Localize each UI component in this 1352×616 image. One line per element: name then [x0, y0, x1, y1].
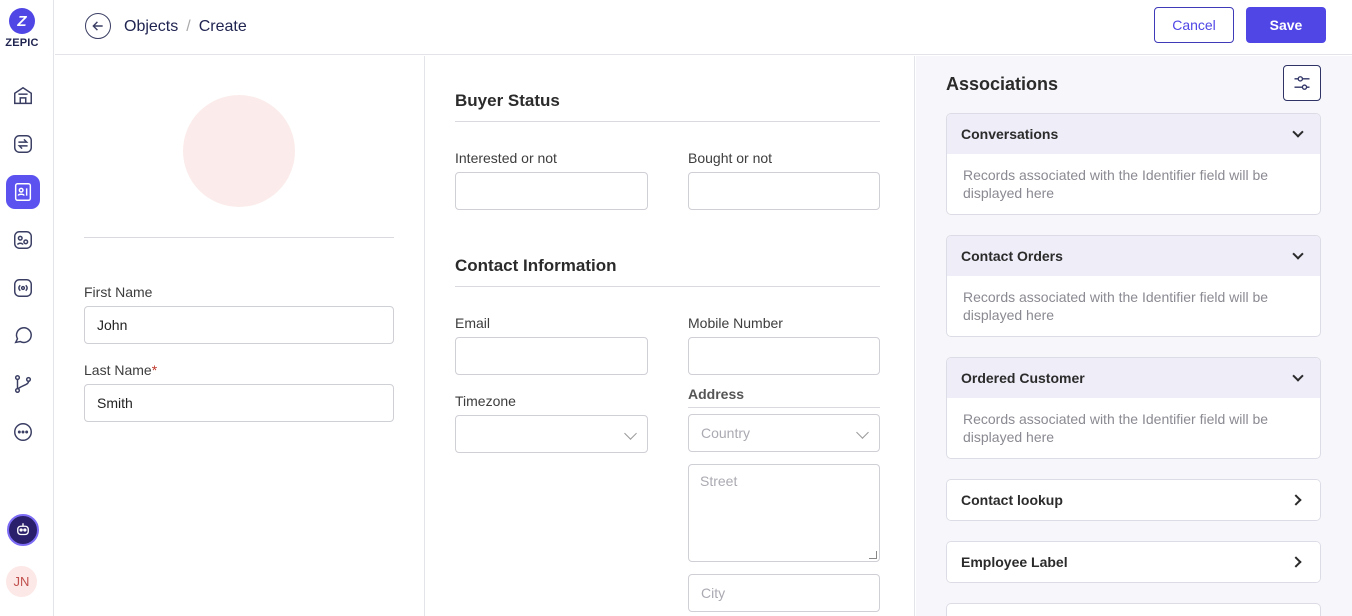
last-name-input[interactable]: Smith: [84, 384, 394, 422]
association-card-body: Records associated with the Identifier f…: [963, 167, 1269, 201]
sliders-icon: [1294, 76, 1310, 90]
bought-input[interactable]: [688, 172, 880, 210]
home-icon: [14, 86, 32, 105]
country-select[interactable]: Country: [688, 414, 880, 452]
city-input[interactable]: City: [688, 574, 880, 612]
breadcrumb-separator: /: [186, 18, 191, 35]
sync-icon: [14, 135, 32, 153]
association-card: Ordered Customer Records associated with…: [946, 357, 1321, 459]
association-card-header[interactable]: Contact Orders: [947, 236, 1320, 276]
logo-mark: Z: [9, 8, 35, 34]
user-avatar[interactable]: JN: [6, 566, 37, 597]
contact-info-title: Contact Information: [455, 256, 617, 275]
timezone-label: Timezone: [455, 393, 516, 409]
divider: [84, 237, 394, 238]
chat-icon: [14, 327, 32, 344]
required-asterisk: *: [151, 362, 158, 378]
address-divider: [688, 407, 880, 408]
association-card: Employee Label: [946, 541, 1321, 583]
section-divider: [455, 286, 880, 287]
breadcrumb: Objects / Create: [124, 18, 247, 36]
first-name-input[interactable]: John: [84, 306, 394, 344]
details-panel: Buyer Status Interested or not Bought or…: [425, 56, 915, 616]
buyer-status-title: Buyer Status: [455, 91, 560, 110]
association-card-title: Ordered Customer: [961, 370, 1085, 386]
email-label: Email: [455, 315, 491, 331]
timezone-select[interactable]: [455, 415, 648, 453]
sidebar: Z ZEPIC JN: [0, 0, 54, 616]
street-textarea[interactable]: Street: [688, 464, 880, 562]
save-button[interactable]: Save: [1246, 7, 1326, 43]
last-name-label: Last Name*: [84, 362, 157, 378]
associations-panel: Associations Conversations Records assoc…: [916, 56, 1352, 616]
profile-panel: First Name John Last Name* Smith: [55, 56, 425, 616]
last-name-label-text: Last Name: [84, 362, 152, 378]
last-name-value: Smith: [97, 395, 133, 411]
assistant-bot-icon[interactable]: [7, 514, 39, 546]
logo-wordmark: ZEPIC: [5, 37, 39, 49]
arrow-left-icon: [92, 21, 103, 31]
top-header: Objects / Create Cancel Save: [55, 0, 1352, 55]
address-label: Address: [688, 386, 745, 402]
association-card: Contact Orders Records associated with t…: [946, 235, 1321, 337]
nav-sync[interactable]: [6, 127, 40, 161]
chevron-right-icon: [1290, 494, 1302, 506]
email-input[interactable]: [455, 337, 648, 375]
nav-segments[interactable]: [6, 223, 40, 257]
mobile-input[interactable]: [688, 337, 880, 375]
chevron-down-icon: [1292, 248, 1304, 260]
association-card-title: Employee Label: [961, 554, 1068, 570]
association-card-partial: [946, 603, 1321, 616]
nav-contacts[interactable]: [6, 175, 40, 209]
mobile-label: Mobile Number: [688, 315, 783, 331]
filter-settings-button[interactable]: [1283, 65, 1321, 101]
nav-flows[interactable]: [6, 367, 40, 401]
nav-chat[interactable]: [6, 319, 40, 353]
contacts-icon: [14, 183, 32, 201]
resize-handle-icon[interactable]: [869, 551, 877, 559]
more-icon: [14, 423, 32, 441]
association-card-title: Contact lookup: [961, 492, 1063, 508]
bought-label: Bought or not: [688, 150, 773, 166]
association-card-title: Conversations: [961, 126, 1059, 142]
section-divider: [455, 121, 880, 122]
association-card-header[interactable]: Conversations: [947, 114, 1320, 154]
first-name-label: First Name: [84, 284, 153, 300]
interested-label: Interested or not: [455, 150, 557, 166]
association-card-header[interactable]: Employee Label: [947, 542, 1320, 582]
breadcrumb-objects[interactable]: Objects: [124, 18, 178, 35]
cancel-button[interactable]: Cancel: [1154, 7, 1234, 43]
interested-input[interactable]: [455, 172, 648, 210]
profile-photo-placeholder[interactable]: [183, 95, 295, 207]
association-card-header[interactable]: Ordered Customer: [947, 358, 1320, 398]
association-card-title: Contact Orders: [961, 248, 1063, 264]
association-card: Conversations Records associated with th…: [946, 113, 1321, 215]
zepic-logo[interactable]: Z ZEPIC: [0, 8, 44, 49]
association-card-header[interactable]: Contact lookup: [947, 480, 1320, 520]
chevron-down-icon: [1292, 126, 1304, 138]
chevron-down-icon: [856, 426, 869, 439]
back-button[interactable]: [85, 13, 111, 39]
nav-home[interactable]: [6, 79, 40, 113]
breadcrumb-create: Create: [198, 18, 247, 35]
city-placeholder: City: [701, 585, 726, 601]
association-card-body: Records associated with the Identifier f…: [963, 411, 1269, 445]
country-placeholder: Country: [701, 425, 751, 441]
chevron-down-icon: [624, 427, 637, 440]
nav-more[interactable]: [6, 415, 40, 449]
street-placeholder: Street: [700, 473, 738, 489]
flows-icon: [14, 375, 32, 393]
association-card-body: Records associated with the Identifier f…: [963, 289, 1269, 323]
nav-broadcast[interactable]: [6, 271, 40, 305]
segments-icon: [14, 231, 32, 249]
chevron-down-icon: [1292, 370, 1304, 382]
first-name-value: John: [97, 317, 128, 333]
chevron-right-icon: [1290, 556, 1302, 568]
association-card: Contact lookup: [946, 479, 1321, 521]
associations-title: Associations: [946, 74, 1059, 94]
broadcast-icon: [14, 279, 32, 297]
